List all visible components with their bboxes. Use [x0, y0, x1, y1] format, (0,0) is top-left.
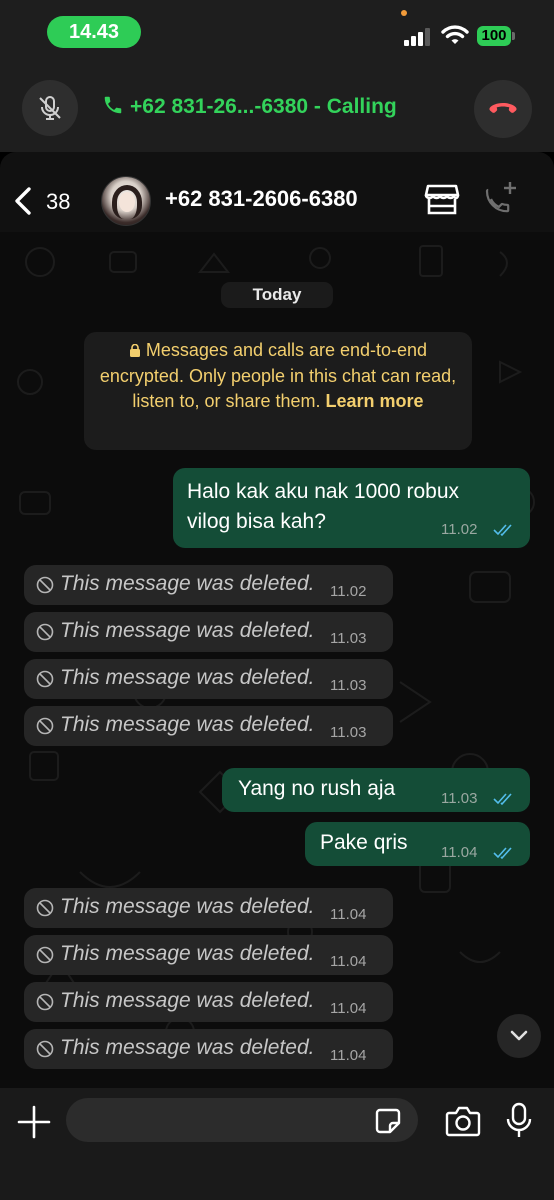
deleted-icon [36, 1040, 54, 1058]
message-text: Halo kak aku nak 1000 robux [187, 480, 460, 503]
store-icon[interactable] [424, 182, 460, 216]
message-text: This message was deleted. [60, 895, 315, 918]
status-bar: 14.43 100 [0, 0, 554, 64]
camera-icon[interactable] [445, 1105, 481, 1137]
add-call-icon[interactable] [481, 180, 519, 216]
deleted-icon [36, 993, 54, 1011]
composer-bar [0, 1088, 554, 1200]
message-text: This message was deleted. [60, 989, 315, 1012]
message-time: 11.04 [330, 1000, 367, 1017]
end-call-icon [489, 103, 517, 113]
deleted-icon [36, 670, 54, 688]
deleted-icon [36, 717, 54, 735]
avatar-face [119, 192, 135, 212]
cellular-signal-icon [404, 28, 430, 46]
call-status[interactable]: +62 831-26...-6380 - Calling [102, 94, 397, 119]
phone-icon [104, 96, 122, 114]
message-text: vilog bisa kah? [187, 510, 326, 533]
message-time: 11.04 [330, 1047, 367, 1064]
double-check-icon [493, 793, 512, 806]
plus-icon[interactable] [16, 1104, 52, 1140]
message-bubble-outgoing[interactable]: Pake qris 11.04 [305, 822, 530, 866]
status-time[interactable]: 14.43 [47, 16, 141, 48]
deleted-icon [36, 623, 54, 641]
back-chevron-icon [15, 187, 31, 215]
mic-off-icon [39, 96, 61, 120]
date-divider: Today [221, 282, 333, 308]
message-text: This message was deleted. [60, 572, 315, 595]
avatar[interactable] [101, 176, 151, 226]
message-bubble-deleted[interactable]: This message was deleted. 11.03 [24, 612, 393, 652]
unread-count: 38 [46, 189, 71, 214]
encryption-notice[interactable]: Messages and calls are end-to-end encryp… [84, 332, 472, 450]
message-text: Yang no rush aja [238, 777, 396, 800]
message-time: 11.03 [330, 677, 367, 694]
message-bubble-deleted[interactable]: This message was deleted. 11.04 [24, 1029, 393, 1069]
message-text: This message was deleted. [60, 942, 315, 965]
message-input[interactable] [66, 1098, 418, 1142]
wifi-icon [441, 25, 469, 44]
battery-icon: 100 [477, 26, 515, 46]
message-bubble-deleted[interactable]: This message was deleted. 11.03 [24, 659, 393, 699]
contact-name[interactable]: +62 831-2606-6380 [165, 186, 358, 212]
message-time: 11.04 [441, 844, 478, 861]
call-banner[interactable]: +62 831-26...-6380 - Calling [0, 64, 554, 152]
message-text: Pake qris [320, 831, 408, 854]
message-bubble-deleted[interactable]: This message was deleted. 11.04 [24, 935, 393, 975]
call-label-text: +62 831-26...-6380 - Calling [130, 95, 397, 118]
learn-more-link[interactable]: Learn more [326, 391, 424, 411]
message-bubble-outgoing[interactable]: Halo kak aku nak 1000 robux vilog bisa k… [173, 468, 530, 548]
double-check-icon [493, 847, 512, 860]
message-time: 11.03 [441, 790, 478, 807]
message-text: This message was deleted. [60, 713, 315, 736]
message-time: 11.04 [330, 953, 367, 970]
mic-icon[interactable] [505, 1102, 533, 1140]
message-time: 11.03 [330, 630, 367, 647]
scroll-to-bottom-button[interactable] [497, 1014, 541, 1058]
mute-button[interactable] [22, 80, 78, 136]
message-bubble-outgoing[interactable]: Yang no rush aja 11.03 [222, 768, 530, 812]
deleted-icon [36, 946, 54, 964]
battery-level: 100 [477, 26, 511, 46]
privacy-indicator-dot [401, 10, 407, 16]
back-button[interactable]: 38 [8, 180, 78, 220]
double-check-icon [493, 524, 512, 537]
message-bubble-deleted[interactable]: This message was deleted. 11.02 [24, 565, 393, 605]
message-time: 11.03 [330, 724, 367, 741]
message-time: 11.04 [330, 906, 367, 923]
message-bubble-deleted[interactable]: This message was deleted. 11.04 [24, 888, 393, 928]
battery-tip [512, 32, 515, 40]
message-bubble-deleted[interactable]: This message was deleted. 11.04 [24, 982, 393, 1022]
message-text: This message was deleted. [60, 666, 315, 689]
deleted-icon [36, 576, 54, 594]
message-bubble-deleted[interactable]: This message was deleted. 11.03 [24, 706, 393, 746]
message-time: 11.02 [330, 583, 367, 600]
message-time: 11.02 [441, 521, 478, 538]
chat-area[interactable]: Today Messages and calls are end-to-end … [0, 232, 554, 1088]
sticker-icon[interactable] [374, 1107, 402, 1135]
end-call-button[interactable] [474, 80, 532, 138]
message-text: This message was deleted. [60, 619, 315, 642]
chevron-down-icon [510, 1030, 528, 1041]
lock-icon [129, 344, 140, 357]
message-text: This message was deleted. [60, 1036, 315, 1059]
deleted-icon [36, 899, 54, 917]
